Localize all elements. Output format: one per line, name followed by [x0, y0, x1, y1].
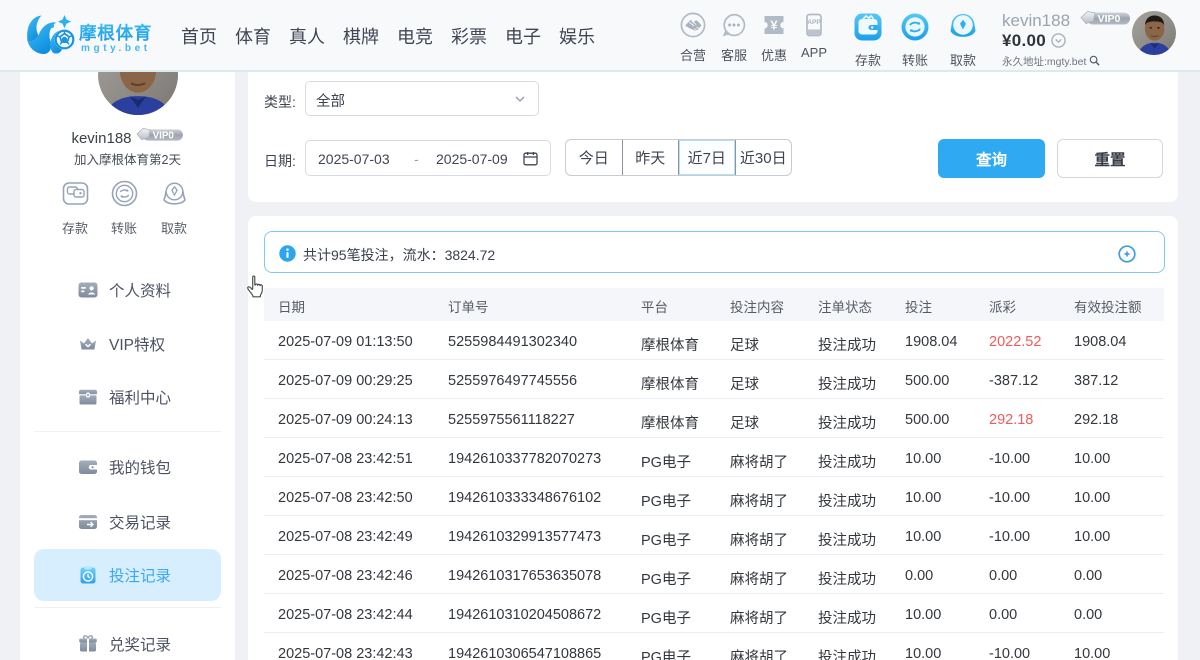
svg-text:APP: APP — [807, 19, 821, 26]
svg-text:VIP0: VIP0 — [1097, 13, 1120, 25]
svg-text:VIP0: VIP0 — [152, 130, 174, 141]
svg-text:¥: ¥ — [770, 18, 778, 33]
